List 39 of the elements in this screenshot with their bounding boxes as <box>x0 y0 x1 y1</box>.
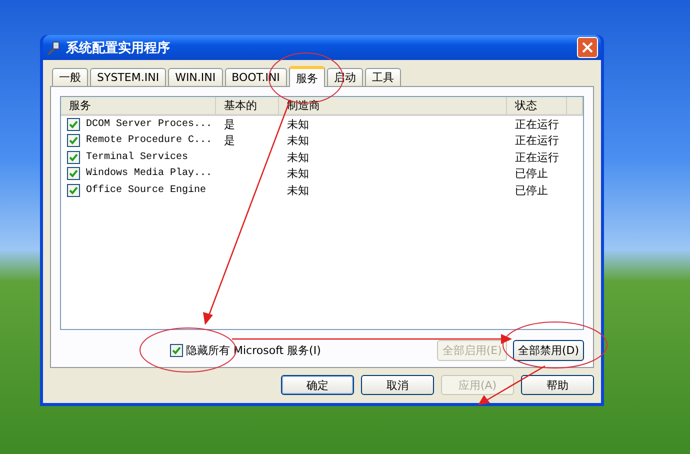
dialog-button[interactable]: 确定 <box>281 375 354 395</box>
checkbox[interactable] <box>67 184 80 197</box>
manufacturer-cell: 未知 <box>287 184 309 197</box>
checkbox[interactable] <box>67 167 80 180</box>
tab[interactable]: 工具 <box>364 68 401 86</box>
tab[interactable]: 服务 <box>288 66 325 87</box>
dialog-button[interactable]: 取消 <box>361 375 434 395</box>
manufacturer-cell: 未知 <box>287 134 309 148</box>
tab[interactable]: SYSTEM.INI <box>90 68 166 86</box>
status-cell: 正在运行 <box>515 118 559 131</box>
status-cell: 已停止 <box>515 184 548 197</box>
manufacturer-cell: 未知 <box>287 167 309 180</box>
annotation-arrow <box>478 365 546 405</box>
checkbox[interactable] <box>67 150 80 164</box>
manufacturer-cell: 未知 <box>287 150 309 164</box>
close-button[interactable] <box>577 37 598 58</box>
window-title: 系统配置实用程序 <box>66 40 171 56</box>
service-name: DCOM Server Proces... <box>86 118 212 130</box>
service-name: Windows Media Play... <box>86 168 212 180</box>
column-header[interactable]: 基本的 <box>216 97 279 114</box>
status-cell: 已停止 <box>515 167 548 180</box>
status-cell: 正在运行 <box>515 134 559 148</box>
status-cell: 正在运行 <box>515 150 559 164</box>
close-icon <box>582 42 593 53</box>
column-header[interactable]: 状态 <box>507 97 567 114</box>
dialog-button[interactable]: 帮助 <box>521 375 594 395</box>
panel-button[interactable]: 全部禁用(D) <box>512 340 584 361</box>
checkbox[interactable] <box>67 118 80 131</box>
column-header[interactable]: 服务 <box>61 97 216 114</box>
tab[interactable]: 一般 <box>52 68 88 86</box>
tab[interactable]: WIN.INI <box>168 68 223 86</box>
service-name: Terminal Services <box>86 152 188 163</box>
essential-cell: 是 <box>224 118 235 131</box>
service-name: Remote Procedure C... <box>86 135 212 146</box>
checkbox[interactable] <box>170 344 183 357</box>
manufacturer-cell: 未知 <box>287 118 309 131</box>
checkbox[interactable] <box>67 134 80 148</box>
service-name: Office Source Engine <box>86 184 206 196</box>
essential-cell: 是 <box>224 134 235 148</box>
